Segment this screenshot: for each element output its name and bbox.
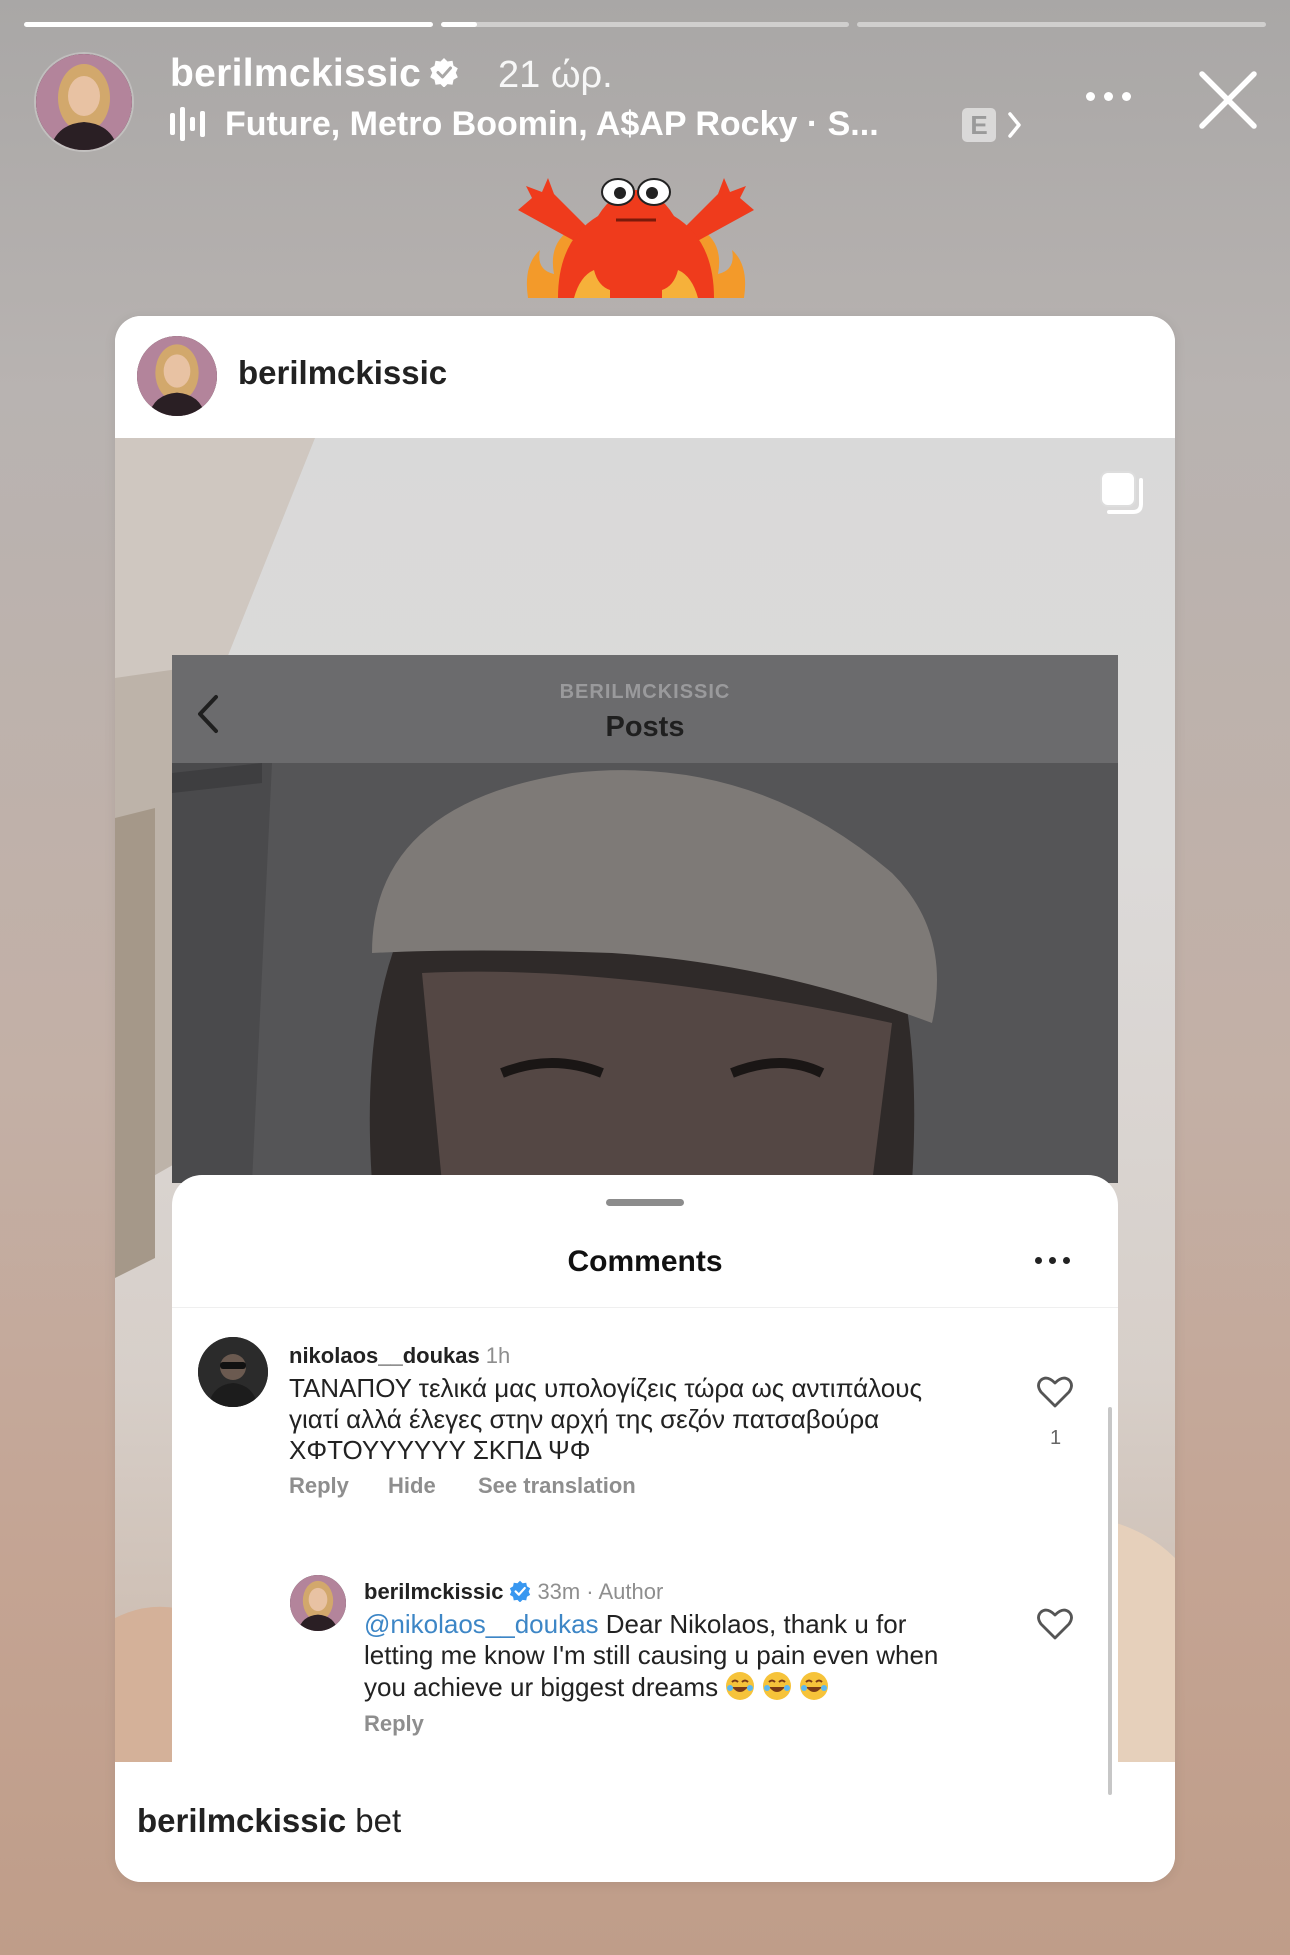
story-avatar[interactable] xyxy=(36,54,132,150)
mention-link[interactable]: @nikolaos__doukas xyxy=(364,1609,599,1639)
sheet-divider xyxy=(172,1307,1118,1308)
comment-username[interactable]: nikolaos__doukas 1h xyxy=(289,1343,510,1369)
author-label: · Author xyxy=(586,1579,664,1604)
explicit-badge: E xyxy=(962,108,996,142)
hide-button[interactable]: Hide xyxy=(388,1473,436,1499)
close-icon[interactable] xyxy=(1196,68,1260,132)
heart-icon[interactable] xyxy=(1037,1375,1073,1409)
progress-segment xyxy=(857,22,1267,27)
reply-button[interactable]: Reply xyxy=(364,1711,424,1737)
story-progress xyxy=(24,22,1267,27)
music-label: Future, Metro Boomin, A$AP Rocky · S... xyxy=(225,104,879,143)
laughing-emoji-icon xyxy=(725,1672,836,1702)
story-username-text[interactable]: berilmckissic xyxy=(170,52,421,95)
inner-subtitle: BERILMCKISSIC xyxy=(559,681,731,703)
post-caption-bar: berilmckissic bet xyxy=(115,1762,1175,1882)
progress-segment xyxy=(24,22,433,27)
verified-icon xyxy=(510,1580,531,1603)
scrollbar[interactable] xyxy=(1108,1407,1112,1795)
reply-button[interactable]: Reply xyxy=(289,1473,349,1499)
caption-username[interactable]: berilmckissic xyxy=(137,1802,346,1839)
comment-time: 1h xyxy=(485,1343,511,1368)
story-username[interactable]: berilmckissic xyxy=(170,52,459,96)
reply-text: @nikolaos__doukas Dear Nikolaos, thank u… xyxy=(364,1609,939,1702)
story-time: 21 ώρ. xyxy=(498,54,613,96)
carousel-icon xyxy=(1100,471,1143,514)
comment-text: ΤΑΝΑΠΟΥ τελικά μας υπολογίζεις τώρα ως α… xyxy=(289,1373,922,1465)
post-header: berilmckissic xyxy=(115,316,1175,438)
comments-sheet: Comments nikolaos__doukas 1h ΤΑΝΑΠΟΥ τελι… xyxy=(172,1175,1118,1795)
music-sticker[interactable]: Future, Metro Boomin, A$AP Rocky · S... xyxy=(170,104,879,144)
sheet-grabber[interactable] xyxy=(606,1199,684,1206)
like-count: 1 xyxy=(1050,1427,1062,1449)
inner-title: Posts xyxy=(605,711,685,743)
caption-text: bet xyxy=(346,1802,402,1839)
progress-fill xyxy=(24,22,433,27)
music-bars-icon xyxy=(170,107,205,141)
chevron-right-icon[interactable] xyxy=(1006,108,1024,142)
more-icon[interactable] xyxy=(1086,92,1131,101)
inner-photo xyxy=(172,763,1118,1183)
reply-avatar[interactable] xyxy=(290,1575,346,1631)
post-avatar[interactable] xyxy=(137,336,217,416)
post-username[interactable]: berilmckissic xyxy=(238,354,447,392)
comments-more-icon[interactable] xyxy=(1035,1257,1070,1264)
verified-icon xyxy=(430,57,458,87)
embedded-screenshot: BERILMCKISSIC Posts Comments nikolaos__d… xyxy=(172,655,1118,1795)
heart-icon[interactable] xyxy=(1037,1607,1073,1641)
inner-header: BERILMCKISSIC Posts xyxy=(172,655,1118,763)
fire-sticker[interactable] xyxy=(518,170,754,300)
reply-time: 33m xyxy=(537,1579,581,1604)
see-translation-button[interactable]: See translation xyxy=(478,1473,636,1499)
post-caption: berilmckissic bet xyxy=(137,1802,401,1840)
progress-fill xyxy=(440,22,478,27)
reply-username[interactable]: berilmckissic 33m · Author xyxy=(364,1579,663,1605)
progress-segment xyxy=(440,22,850,27)
comment-avatar[interactable] xyxy=(198,1337,268,1407)
comments-title: Comments xyxy=(567,1245,723,1278)
